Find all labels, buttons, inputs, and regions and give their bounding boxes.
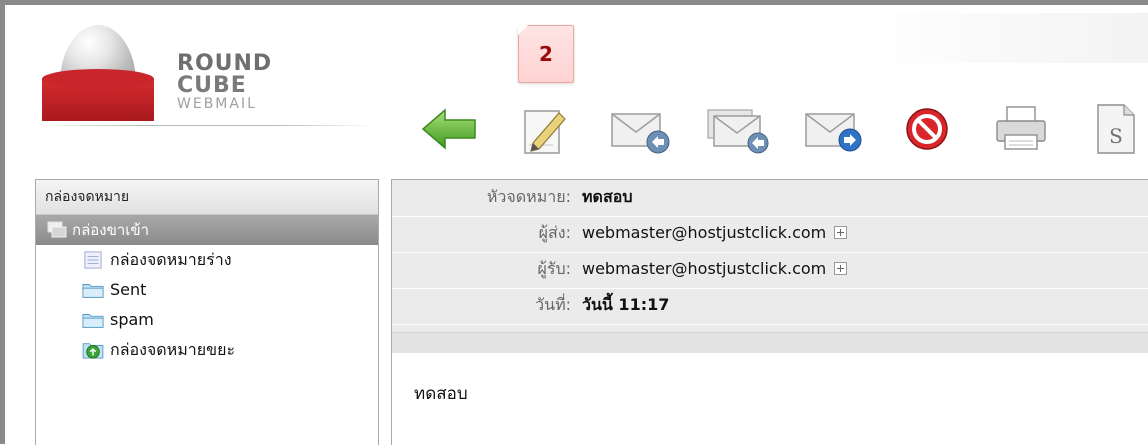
reply-all-icon bbox=[707, 109, 769, 154]
logo-text-line3: WEBMAIL bbox=[177, 96, 257, 112]
message-body: ทดสอบ bbox=[414, 384, 468, 404]
folder-item-trash[interactable]: กล่องจดหมายขยะ bbox=[36, 335, 378, 365]
delete-icon bbox=[906, 108, 948, 150]
delete-button[interactable] bbox=[893, 93, 961, 165]
forward-icon bbox=[805, 113, 862, 152]
folder-icon bbox=[82, 284, 104, 298]
reply-button[interactable] bbox=[607, 93, 675, 165]
reply-icon bbox=[611, 113, 670, 154]
header-row-subject: หัวจดหมาย: ทดสอบ bbox=[392, 180, 1148, 217]
source-icon: S bbox=[1097, 104, 1135, 154]
message-headers: หัวจดหมาย: ทดสอบ ผู้ส่ง: webmaster@hostj… bbox=[392, 180, 1148, 353]
from-label: ผู้ส่ง: bbox=[538, 223, 571, 242]
from-value[interactable]: webmaster@hostjustclick.com bbox=[582, 223, 826, 242]
folder-list-title: กล่องจดหมาย bbox=[36, 180, 378, 215]
toolbar-gradient bbox=[860, 13, 1148, 63]
header-row-date: วันที่: วันนี้ 11:17 bbox=[392, 288, 1148, 325]
folder-item-inbox-label: กล่องขาเข้า bbox=[72, 221, 150, 239]
message-panel: หัวจดหมาย: ทดสอบ ผู้ส่ง: webmaster@hostj… bbox=[391, 179, 1148, 445]
folder-item-inbox[interactable]: กล่องขาเข้า bbox=[36, 215, 378, 245]
trash-icon bbox=[82, 343, 104, 359]
subject-label: หัวจดหมาย: bbox=[486, 187, 571, 206]
back-button[interactable] bbox=[415, 93, 483, 165]
folder-item-trash-label: กล่องจดหมายขยะ bbox=[110, 340, 236, 359]
to-value-wrap: webmaster@hostjustclick.com bbox=[582, 252, 848, 286]
folder-item-sent[interactable]: Sent bbox=[36, 275, 378, 305]
step-badge: 2 bbox=[518, 25, 574, 83]
date-label: วันที่: bbox=[535, 295, 571, 314]
source-button[interactable]: S bbox=[1081, 93, 1148, 165]
folder-icon bbox=[82, 314, 104, 328]
logo-divider bbox=[37, 125, 375, 126]
compose-button[interactable] bbox=[507, 93, 575, 165]
logo-text-line2: CUBE bbox=[177, 73, 247, 98]
folder-list-panel: กล่องจดหมาย กล่องขาเข้า กล่องจดหมายร่าง bbox=[35, 179, 379, 445]
forward-button[interactable] bbox=[801, 93, 869, 165]
add-contact-to-icon[interactable] bbox=[834, 262, 848, 275]
add-contact-from-icon[interactable] bbox=[834, 226, 848, 239]
inbox-icon bbox=[47, 221, 67, 238]
svg-text:S: S bbox=[1109, 124, 1123, 148]
app: ROUND CUBE WEBMAIL 2 S กล่องจดหมาย กล่อง… bbox=[5, 5, 1148, 445]
logo-text-line1: ROUND bbox=[177, 51, 273, 76]
headers-separator bbox=[392, 332, 1148, 353]
folder-item-drafts-label: กล่องจดหมายร่าง bbox=[110, 250, 232, 269]
date-value: วันนี้ 11:17 bbox=[582, 295, 670, 314]
folder-item-sent-label: Sent bbox=[110, 280, 147, 299]
subject-value: ทดสอบ bbox=[582, 187, 633, 206]
folder-item-drafts[interactable]: กล่องจดหมายร่าง bbox=[36, 245, 378, 275]
compose-pencil-icon bbox=[524, 110, 566, 154]
back-arrow-icon bbox=[421, 108, 476, 150]
toolbar: S bbox=[415, 93, 1148, 173]
print-icon bbox=[996, 106, 1046, 150]
roundcube-logo[interactable]: ROUND CUBE WEBMAIL bbox=[35, 23, 325, 123]
header-row-to: ผู้รับ: webmaster@hostjustclick.com bbox=[392, 252, 1148, 289]
to-label: ผู้รับ: bbox=[537, 259, 571, 278]
folder-item-spam-label: spam bbox=[110, 310, 154, 329]
reply-all-button[interactable] bbox=[705, 93, 773, 165]
logo-cube-top bbox=[42, 69, 154, 89]
folder-item-spam[interactable]: spam bbox=[36, 305, 378, 335]
to-value[interactable]: webmaster@hostjustclick.com bbox=[582, 259, 826, 278]
drafts-icon bbox=[84, 251, 102, 269]
step-badge-number: 2 bbox=[539, 42, 553, 66]
from-value-wrap: webmaster@hostjustclick.com bbox=[582, 216, 848, 250]
header-row-from: ผู้ส่ง: webmaster@hostjustclick.com bbox=[392, 216, 1148, 253]
print-button[interactable] bbox=[987, 93, 1055, 165]
